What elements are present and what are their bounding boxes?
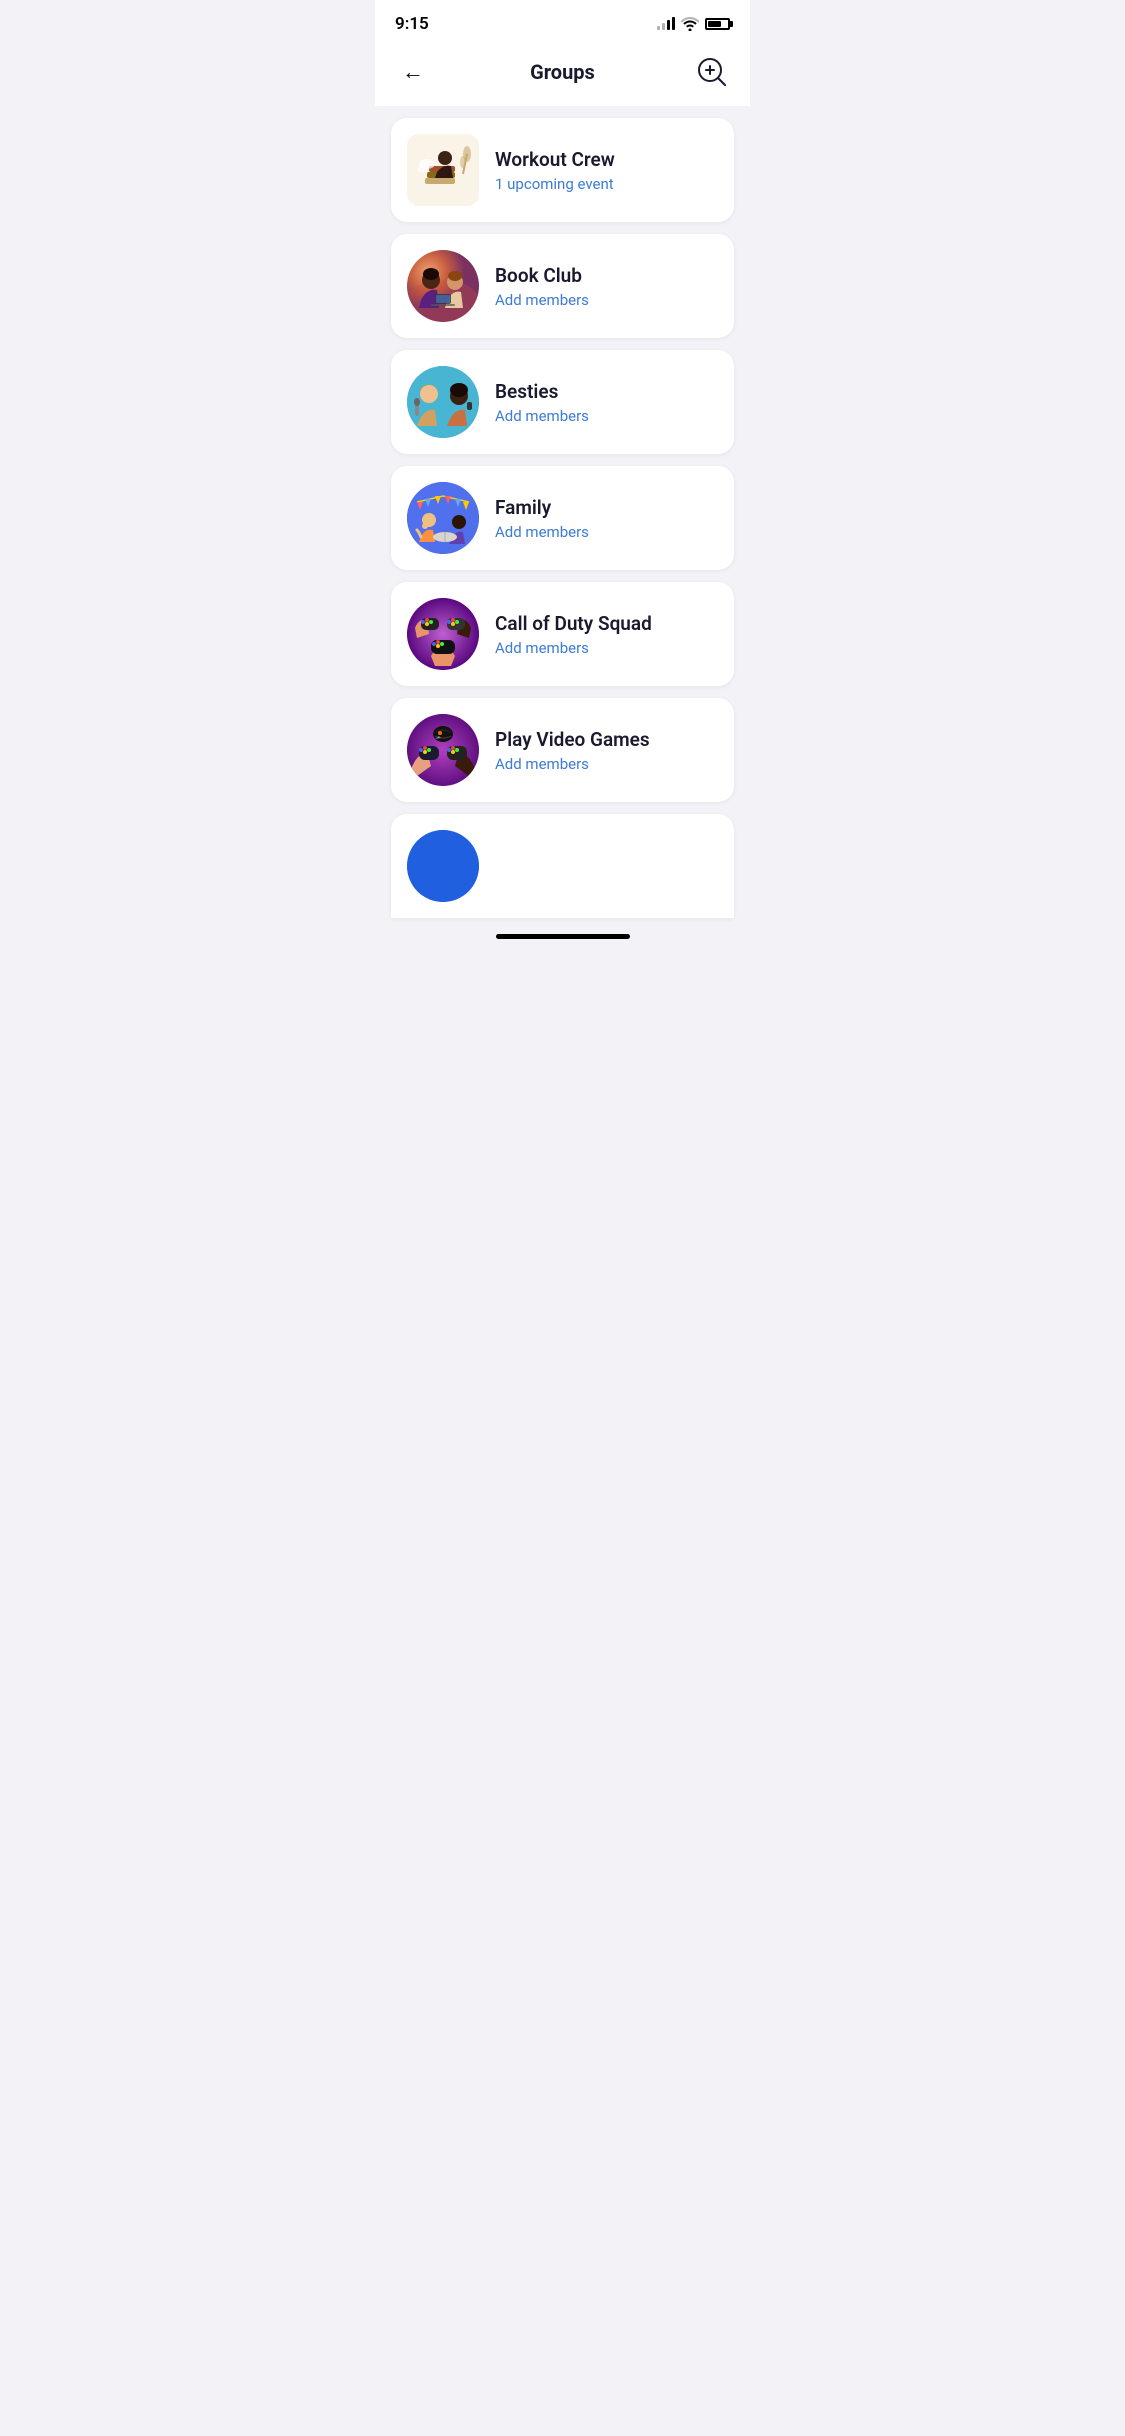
group-avatar-besties: [407, 366, 479, 438]
group-name-besties: Besties: [495, 380, 718, 403]
group-info-family: Family Add members: [495, 496, 718, 541]
group-subtitle-besties: Add members: [495, 407, 718, 425]
status-bar: 9:15: [375, 0, 750, 42]
group-card-cod[interactable]: Call of Duty Squad Add members: [391, 582, 734, 686]
battery-icon: [705, 18, 730, 30]
group-info-besties: Besties Add members: [495, 380, 718, 425]
signal-icon: [657, 18, 675, 30]
group-card-workout-crew[interactable]: Workout Crew 1 upcoming event: [391, 118, 734, 222]
header: ← Groups: [375, 42, 750, 106]
group-name-family: Family: [495, 496, 718, 519]
back-button[interactable]: ←: [395, 54, 431, 90]
group-card-book-club[interactable]: Book Club Add members: [391, 234, 734, 338]
group-info-videogames: Play Video Games Add members: [495, 728, 718, 773]
group-info-book-club: Book Club Add members: [495, 264, 718, 309]
group-info-workout-crew: Workout Crew 1 upcoming event: [495, 148, 718, 193]
group-subtitle-book-club: Add members: [495, 291, 718, 309]
group-info-cod: Call of Duty Squad Add members: [495, 612, 718, 657]
wifi-icon: [681, 17, 699, 31]
group-card-besties[interactable]: Besties Add members: [391, 350, 734, 454]
groups-list: Workout Crew 1 upcoming event: [375, 106, 750, 814]
partial-group-card[interactable]: [391, 814, 734, 918]
group-card-family[interactable]: Family Add members: [391, 466, 734, 570]
group-name-videogames: Play Video Games: [495, 728, 718, 751]
home-indicator: [496, 934, 630, 939]
group-name-cod: Call of Duty Squad: [495, 612, 718, 635]
group-card-videogames[interactable]: Play Video Games Add members: [391, 698, 734, 802]
group-avatar-book-club: [407, 250, 479, 322]
new-group-button[interactable]: [694, 54, 730, 90]
group-avatar-partial: [407, 830, 479, 902]
status-icons: [657, 17, 730, 31]
group-subtitle-family: Add members: [495, 523, 718, 541]
group-name-workout-crew: Workout Crew: [495, 148, 718, 171]
page-title: Groups: [530, 60, 595, 84]
new-group-icon: [697, 57, 727, 87]
group-subtitle-videogames: Add members: [495, 755, 718, 773]
group-name-book-club: Book Club: [495, 264, 718, 287]
group-avatar-family: [407, 482, 479, 554]
bottom-bar: [375, 918, 750, 947]
status-time: 9:15: [395, 14, 429, 34]
group-avatar-videogames: [407, 714, 479, 786]
back-arrow-icon: ←: [402, 59, 424, 85]
group-avatar-cod: [407, 598, 479, 670]
group-subtitle-cod: Add members: [495, 639, 718, 657]
group-avatar-workout-crew: [407, 134, 479, 206]
group-subtitle-workout-crew: 1 upcoming event: [495, 175, 718, 193]
